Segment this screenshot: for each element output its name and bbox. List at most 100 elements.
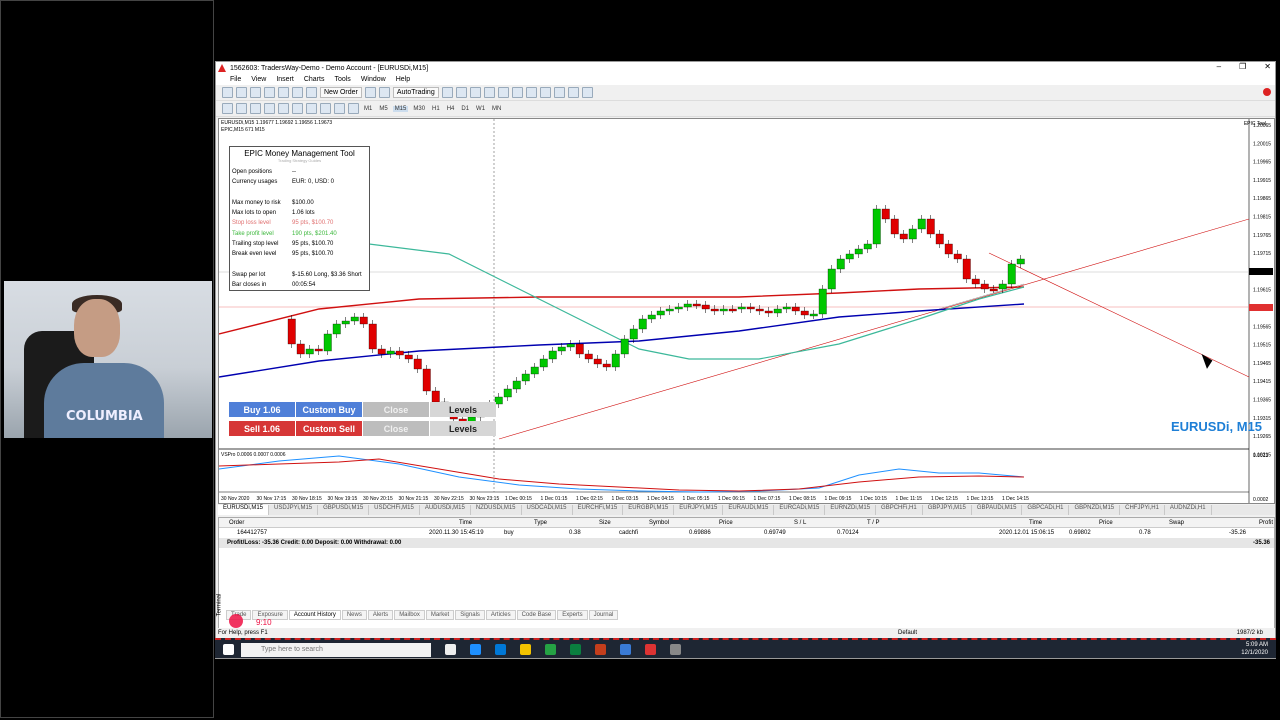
menu-charts[interactable]: Charts — [304, 76, 325, 83]
terminal-tab[interactable]: Experts — [557, 610, 588, 620]
templates-icon[interactable] — [581, 87, 593, 98]
buy-button[interactable]: Buy 1.06 — [229, 402, 295, 417]
column-header[interactable]: Order — [229, 520, 244, 526]
restore-icon[interactable]: ❐ — [1239, 62, 1246, 71]
market-watch-icon[interactable] — [250, 87, 261, 98]
close-buy-button[interactable]: Close — [363, 402, 429, 417]
chart-tab[interactable]: GBPNZDi,M15 — [1069, 505, 1121, 515]
bar-chart-icon[interactable] — [441, 87, 453, 98]
column-header[interactable]: Price — [1099, 520, 1113, 526]
vline-icon[interactable] — [250, 103, 261, 114]
chart-tab[interactable]: AUDUSDi,M15 — [420, 505, 471, 515]
terminal-tab[interactable]: Account History — [288, 610, 341, 620]
tester-icon[interactable] — [306, 87, 317, 98]
timeframe-m5[interactable]: M5 — [377, 106, 389, 112]
timeframe-mn[interactable]: MN — [490, 106, 503, 112]
chart-tab[interactable]: CHFJPYi,H1 — [1120, 505, 1165, 515]
chart-shift-icon[interactable] — [539, 87, 551, 98]
menu-tools[interactable]: Tools — [334, 76, 350, 83]
app-icon[interactable] — [670, 644, 681, 655]
excel-icon[interactable] — [570, 644, 581, 655]
taskbar-search[interactable]: Type here to search — [241, 643, 431, 657]
terminal-tab[interactable]: Alerts — [367, 610, 394, 620]
timeframe-m30[interactable]: M30 — [411, 106, 427, 112]
explorer-icon[interactable] — [520, 644, 531, 655]
tile-icon[interactable] — [511, 87, 523, 98]
chart-tab[interactable]: EURAUDi,M15 — [723, 505, 775, 515]
text-icon[interactable] — [320, 103, 331, 114]
line-chart-icon[interactable] — [469, 87, 481, 98]
column-header[interactable]: Type — [534, 520, 547, 526]
metaeditor-icon[interactable] — [364, 87, 376, 98]
sell-button[interactable]: Sell 1.06 — [229, 421, 295, 436]
column-header[interactable]: Swap — [1169, 520, 1184, 526]
timeframe-m1[interactable]: M1 — [362, 106, 374, 112]
chart-tab[interactable]: GBPCHFi,H1 — [876, 505, 923, 515]
timeframe-h1[interactable]: H1 — [430, 106, 442, 112]
terminal-icon[interactable] — [292, 87, 303, 98]
start-icon[interactable] — [223, 644, 234, 655]
timeframe-d1[interactable]: D1 — [459, 106, 471, 112]
column-header[interactable]: Time — [1029, 520, 1042, 526]
close-sell-button[interactable]: Close — [363, 421, 429, 436]
mt4-icon[interactable] — [645, 644, 656, 655]
trendline-icon[interactable] — [278, 103, 289, 114]
menu-window[interactable]: Window — [361, 76, 386, 83]
periods-icon[interactable] — [567, 87, 579, 98]
column-header[interactable]: Size — [599, 520, 611, 526]
zoom-in-icon[interactable] — [483, 87, 495, 98]
table-row[interactable]: 164412757 2020.11.30 15:45:19 buy 0.38 cadch… — [219, 528, 1274, 538]
new-chart-icon[interactable] — [222, 87, 233, 98]
column-header[interactable]: Price — [719, 520, 733, 526]
autotrading-button[interactable]: AutoTrading — [392, 87, 439, 98]
chrome-icon[interactable] — [545, 644, 556, 655]
minimize-icon[interactable]: – — [1217, 62, 1221, 71]
crosshair-icon[interactable] — [236, 103, 247, 114]
candle-chart-icon[interactable] — [455, 87, 467, 98]
terminal-tab[interactable]: Mailbox — [394, 610, 425, 620]
timeframe-m15[interactable]: M15 — [392, 105, 409, 112]
store-icon[interactable] — [495, 644, 506, 655]
chart-tab[interactable]: USDJPYi,M15 — [269, 505, 319, 515]
timeframe-h4[interactable]: H4 — [445, 106, 457, 112]
profiles-icon[interactable] — [236, 87, 247, 98]
chart-tab[interactable]: GBPJPYi,M15 — [923, 505, 972, 515]
column-header[interactable]: Symbol — [649, 520, 669, 526]
options-icon[interactable] — [378, 87, 390, 98]
indicators-icon[interactable] — [553, 87, 565, 98]
new-order-button[interactable]: New Order — [320, 87, 362, 98]
cursor-icon[interactable] — [222, 103, 233, 114]
close-icon[interactable]: ✕ — [1264, 62, 1271, 71]
chart-tab[interactable]: EURCHFi,M15 — [573, 505, 624, 515]
zoom-out-icon[interactable] — [497, 87, 509, 98]
autoscroll-icon[interactable] — [525, 87, 537, 98]
menu-insert[interactable]: Insert — [276, 76, 294, 83]
terminal-tab[interactable]: Code Base — [516, 610, 557, 620]
chart-tab[interactable]: GBPUSDi,M15 — [318, 505, 370, 515]
chart-tab[interactable]: EURGBPi,M15 — [623, 505, 675, 515]
powerpoint-icon[interactable] — [595, 644, 606, 655]
menu-help[interactable]: Help — [396, 76, 410, 83]
terminal-tab[interactable]: Market — [425, 610, 455, 620]
record-pause-button[interactable] — [229, 614, 243, 628]
skype-icon[interactable] — [620, 644, 631, 655]
taskbar-clock[interactable]: 5:09 AM 12/1/2020 — [1241, 641, 1268, 657]
task-view-icon[interactable] — [445, 644, 456, 655]
data-window-icon[interactable] — [264, 87, 275, 98]
navigator-icon[interactable] — [278, 87, 289, 98]
chart-tab[interactable]: EURUSDi,M15 — [218, 505, 270, 515]
chart-tab[interactable]: USDCHFi,M15 — [369, 505, 420, 515]
edge-icon[interactable] — [470, 644, 481, 655]
chart-tab[interactable]: NZDUSDi,M15 — [471, 505, 522, 515]
levels-buy-button[interactable]: Levels — [430, 402, 496, 417]
label-icon[interactable] — [334, 103, 345, 114]
custom-sell-button[interactable]: Custom Sell — [296, 421, 362, 436]
hline-icon[interactable] — [264, 103, 275, 114]
fibo-icon[interactable] — [306, 103, 317, 114]
chart-tab[interactable]: AUDNZDi,H1 — [1165, 505, 1212, 515]
column-header[interactable]: Time — [459, 520, 472, 526]
terminal-tab[interactable]: Signals — [455, 610, 485, 620]
timeframe-w1[interactable]: W1 — [474, 106, 487, 112]
chart-tab[interactable]: GBPCADi,H1 — [1022, 505, 1070, 515]
chart-tab[interactable]: EURJPYi,M15 — [674, 505, 724, 515]
